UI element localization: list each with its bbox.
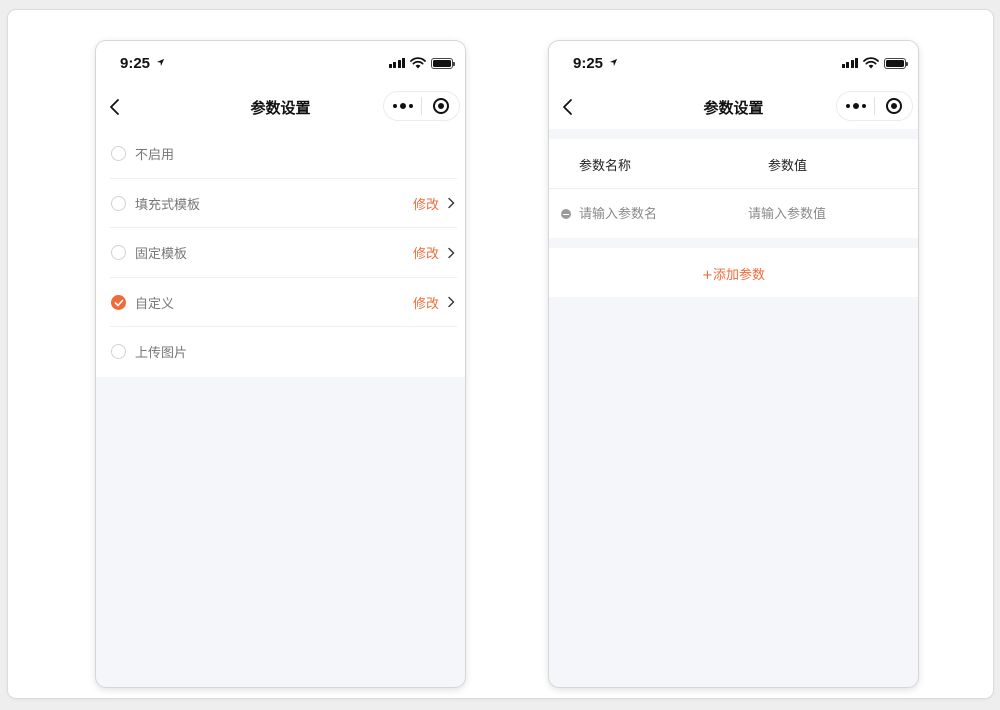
option-label: 不启用: [135, 148, 175, 164]
status-bar: 9:25: [549, 41, 918, 85]
status-icons: [841, 57, 908, 69]
phone-screen-options: 9:25 参数设置 不启用 填充式模板 修改 固定模板 修改 自定义 修改 上传…: [96, 41, 465, 687]
checkmark-icon: [114, 299, 124, 307]
status-time: 9:25: [573, 55, 604, 72]
option-item-disabled[interactable]: 不启用: [96, 129, 465, 179]
chevron-right-icon[interactable]: [447, 197, 455, 209]
status-bar: 9:25: [96, 41, 465, 85]
chevron-right-icon[interactable]: [447, 296, 455, 308]
header-area: 9:25 参数设置: [549, 41, 918, 129]
phone-screen-parameters: 9:25 参数设置 参数名称 参数值 请输入参数名 请输入参数值 +添加参数: [549, 41, 918, 687]
param-value-input[interactable]: [748, 207, 888, 222]
option-item-fill-template[interactable]: 填充式模板 修改: [96, 179, 465, 229]
more-icon[interactable]: [837, 103, 874, 109]
canvas-board: 9:25 参数设置 不启用 填充式模板 修改 固定模板 修改 自定义 修改 上传…: [8, 10, 993, 698]
option-label: 固定模板: [135, 247, 188, 263]
nav-bar: 参数设置: [549, 85, 918, 129]
close-target-icon[interactable]: [422, 98, 459, 114]
mini-program-capsule: [383, 91, 460, 121]
radio-button[interactable]: [111, 344, 126, 360]
option-item-upload-image[interactable]: 上传图片: [96, 327, 465, 377]
option-label: 上传图片: [135, 346, 188, 362]
signal-icon: [841, 58, 858, 68]
radio-button[interactable]: [111, 195, 126, 211]
battery-icon: [884, 57, 908, 69]
header-param-name: 参数名称: [579, 159, 632, 174]
option-list: 不启用 填充式模板 修改 固定模板 修改 自定义 修改 上传图片: [96, 129, 465, 377]
status-time: 9:25: [120, 55, 151, 72]
option-label: 自定义: [135, 296, 175, 312]
mini-program-capsule: [836, 91, 913, 121]
more-icon[interactable]: [384, 103, 421, 109]
edit-link[interactable]: 修改: [413, 194, 439, 213]
wifi-icon: [410, 57, 426, 69]
option-label: 填充式模板: [135, 197, 201, 213]
add-parameter-button[interactable]: +添加参数: [549, 264, 918, 283]
location-arrow-icon: [609, 58, 618, 67]
wifi-icon: [863, 57, 879, 69]
edit-link[interactable]: 修改: [413, 293, 439, 312]
option-item-custom[interactable]: 自定义 修改: [96, 278, 465, 328]
edit-link[interactable]: 修改: [413, 243, 439, 262]
remove-icon[interactable]: [561, 209, 571, 219]
location-arrow-icon: [156, 58, 165, 67]
chevron-right-icon[interactable]: [447, 247, 455, 259]
radio-button[interactable]: [111, 245, 126, 261]
header-area: 9:25 参数设置: [96, 41, 465, 129]
radio-button[interactable]: [111, 146, 126, 162]
header-param-value: 参数值: [768, 159, 808, 174]
add-parameter-row: +添加参数: [549, 248, 918, 297]
close-target-icon[interactable]: [875, 98, 912, 114]
status-icons: [388, 57, 455, 69]
option-item-fixed-template[interactable]: 固定模板 修改: [96, 228, 465, 278]
signal-icon: [388, 58, 405, 68]
parameter-row: [549, 189, 918, 238]
battery-icon: [431, 57, 455, 69]
parameter-table-header: 参数名称 参数值: [549, 139, 918, 189]
radio-button-checked[interactable]: [111, 294, 126, 310]
nav-bar: 参数设置: [96, 85, 465, 129]
param-name-input[interactable]: [579, 207, 719, 222]
